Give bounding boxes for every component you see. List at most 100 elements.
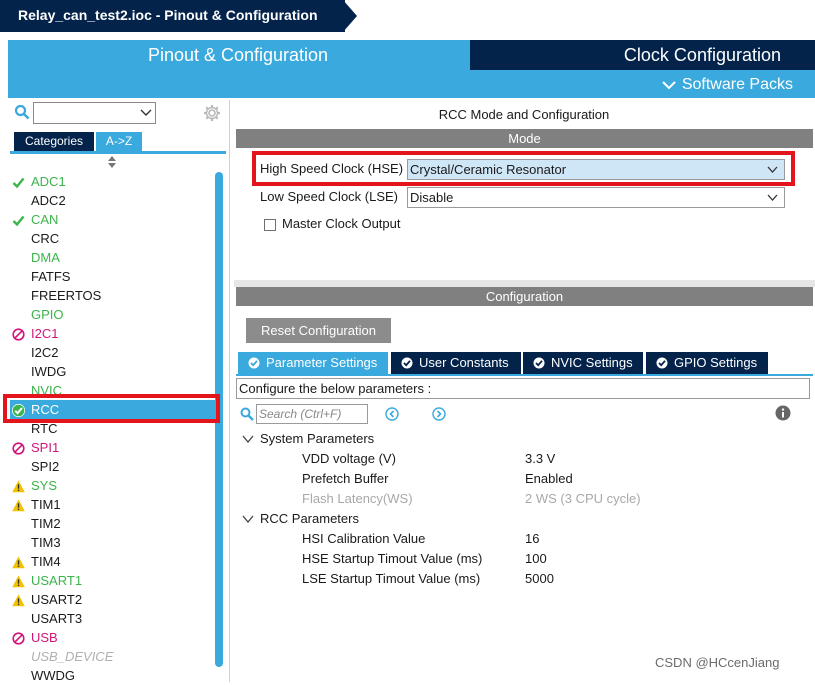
group-label: RCC Parameters	[260, 511, 359, 526]
peripheral-item-dma[interactable]: DMA	[10, 248, 215, 267]
peripheral-item-wwdg[interactable]: WWDG	[10, 666, 215, 685]
chevron-down-icon[interactable]	[140, 106, 152, 118]
section-divider	[234, 280, 815, 287]
param-name: HSI Calibration Value	[302, 531, 426, 546]
peripheral-item-usart3[interactable]: USART3	[10, 609, 215, 628]
peripheral-item-freertos[interactable]: FREERTOS	[10, 286, 215, 305]
peripheral-item-spi2[interactable]: SPI2	[10, 457, 215, 476]
rcc-highlight-box	[3, 394, 220, 423]
peripheral-item-fatfs[interactable]: FATFS	[10, 267, 215, 286]
tab-categories[interactable]: Categories	[14, 132, 94, 151]
peripheral-item-usb-device[interactable]: USB_DEVICE	[10, 647, 215, 666]
tab-a-to-z[interactable]: A->Z	[96, 132, 142, 151]
param-value[interactable]: Enabled	[525, 471, 573, 486]
peripheral-search-combo[interactable]	[33, 102, 156, 124]
param-value[interactable]: 3.3 V	[525, 451, 555, 466]
reset-configuration-button[interactable]: Reset Configuration	[246, 318, 391, 343]
watermark: CSDN @HCcenJiang	[655, 655, 780, 670]
peripheral-label: WWDG	[31, 668, 76, 683]
peripheral-item-usb[interactable]: USB	[10, 628, 215, 647]
param-value[interactable]: 5000	[525, 571, 554, 586]
peripheral-item-sys[interactable]: SYS	[10, 476, 215, 495]
peripheral-item-tim1[interactable]: TIM1	[10, 495, 215, 514]
lse-select-value: Disable	[410, 190, 454, 205]
param-name: VDD voltage (V)	[302, 451, 396, 466]
configure-description: Configure the below parameters :	[236, 378, 810, 399]
check-circle-icon	[656, 357, 668, 369]
next-arrow-icon[interactable]	[432, 407, 446, 421]
peripheral-item-adc2[interactable]: ADC2	[10, 191, 215, 210]
peripheral-label: TIM3	[31, 535, 61, 550]
tab-pinout-configuration[interactable]: Pinout & Configuration	[8, 40, 468, 70]
tab-user-constants[interactable]: User Constants	[391, 352, 521, 374]
tab-parameter-settings[interactable]: Parameter Settings	[238, 352, 388, 374]
lse-label: Low Speed Clock (LSE)	[260, 189, 399, 204]
param-value[interactable]: 100	[525, 551, 547, 566]
chevron-down-icon	[242, 435, 254, 444]
peripheral-label: USART3	[31, 611, 83, 626]
search-icon[interactable]	[14, 104, 30, 120]
check-circle-icon	[401, 357, 413, 369]
param-name: Flash Latency(WS)	[302, 491, 413, 506]
tab-clock-configuration[interactable]: Clock Configuration	[470, 40, 815, 70]
peripheral-item-i2c2[interactable]: I2C2	[10, 343, 215, 362]
warning-icon	[12, 574, 25, 588]
peripheral-item-tim4[interactable]: TIM4	[10, 552, 215, 571]
gear-icon[interactable]	[203, 104, 221, 122]
peripheral-item-usart1[interactable]: USART1	[10, 571, 215, 590]
blocked-icon	[12, 631, 25, 645]
peripheral-item-crc[interactable]: CRC	[10, 229, 215, 248]
peripheral-item-spi1[interactable]: SPI1	[10, 438, 215, 457]
search-icon[interactable]	[240, 407, 254, 421]
peripheral-label: USART2	[31, 592, 83, 607]
param-name: Prefetch Buffer	[302, 471, 389, 486]
parameter-search-input[interactable]: Search (Ctrl+F)	[256, 404, 368, 424]
peripheral-item-can[interactable]: CAN	[10, 210, 215, 229]
breadcrumb-arrow-icon	[336, 0, 357, 32]
param-name: LSE Startup Timout Value (ms)	[302, 571, 481, 586]
peripheral-item-tim2[interactable]: TIM2	[10, 514, 215, 533]
tab-gpio-settings[interactable]: GPIO Settings	[646, 352, 768, 374]
hse-highlight-box	[252, 151, 795, 186]
param-value: 2 WS (3 CPU cycle)	[525, 491, 641, 506]
param-tab-underline	[236, 374, 813, 376]
warning-icon	[12, 555, 25, 569]
peripheral-item-usart2[interactable]: USART2	[10, 590, 215, 609]
peripheral-item-iwdg[interactable]: IWDG	[10, 362, 215, 381]
peripheral-item-i2c1[interactable]: I2C1	[10, 324, 215, 343]
peripheral-label: I2C1	[31, 326, 59, 341]
chevron-down-icon	[767, 194, 778, 201]
lse-select[interactable]: Disable	[407, 187, 785, 208]
warning-icon	[12, 498, 25, 512]
peripheral-label: CRC	[31, 231, 60, 246]
tab-label: NVIC Settings	[551, 355, 633, 370]
peripheral-item-tim3[interactable]: TIM3	[10, 533, 215, 552]
tab-nvic-settings[interactable]: NVIC Settings	[523, 352, 643, 374]
peripheral-label: TIM4	[31, 554, 61, 569]
check-circle-icon	[533, 357, 545, 369]
peripheral-label: SPI1	[31, 440, 60, 455]
info-icon[interactable]	[775, 405, 791, 421]
software-packs-menu[interactable]: Software Packs	[470, 72, 815, 98]
peripheral-item-gpio[interactable]: GPIO	[10, 305, 215, 324]
group-label: System Parameters	[260, 431, 375, 446]
peripheral-label: TIM1	[31, 497, 61, 512]
tab-label: User Constants	[419, 355, 509, 370]
master-clock-output-label: Master Clock Output	[282, 216, 401, 231]
peripheral-label: CAN	[31, 212, 59, 227]
peripheral-label: USART1	[31, 573, 83, 588]
tab-label: GPIO Settings	[674, 355, 758, 370]
param-value[interactable]: 16	[525, 531, 539, 546]
peripheral-label: USB	[31, 630, 58, 645]
chevron-down-icon	[662, 81, 676, 90]
peripheral-label: FREERTOS	[31, 288, 102, 303]
master-clock-output-checkbox[interactable]	[264, 219, 276, 231]
peripheral-label: IWDG	[31, 364, 67, 379]
previous-arrow-icon[interactable]	[385, 407, 399, 421]
peripheral-label: GPIO	[31, 307, 64, 322]
check-icon	[12, 175, 25, 189]
sort-icon[interactable]	[107, 156, 117, 168]
check-icon	[12, 213, 25, 227]
check-circle-icon	[248, 357, 260, 369]
peripheral-item-adc1[interactable]: ADC1	[10, 172, 215, 191]
